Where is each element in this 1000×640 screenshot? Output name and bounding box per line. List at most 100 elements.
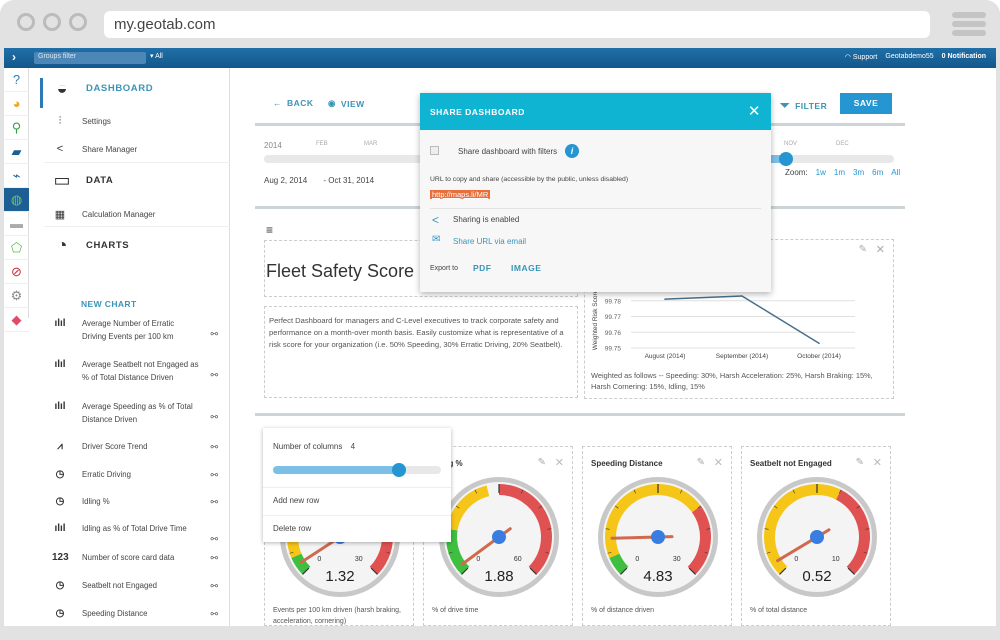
columns-label: Number of columns xyxy=(273,442,343,451)
chart-list-item[interactable]: ◷ Erratic Driving ⚯ xyxy=(52,469,228,482)
timeline-label: 2014 xyxy=(264,141,282,150)
zoom-3m-button[interactable]: 3m xyxy=(853,168,864,177)
charts-label: CHARTS xyxy=(86,240,130,251)
chart-item-label: Number of score card data xyxy=(82,553,175,562)
gauge-card: Seatbelt not Engaged ✎ ✕ % of total dist… xyxy=(741,446,891,626)
groups-filter-dropdown[interactable]: ▾ All xyxy=(150,52,163,60)
link-icon[interactable]: ⚯ xyxy=(210,580,218,593)
end-date[interactable]: - Oct 31, 2014 xyxy=(323,176,374,185)
nav-section-dashboard[interactable]: ◒ DASHBOARD xyxy=(49,78,153,99)
filter-button[interactable]: ⏷ FILTER xyxy=(780,98,827,113)
add-row-button[interactable]: Add new row xyxy=(273,496,319,505)
address-bar[interactable]: my.geotab.com xyxy=(104,11,930,38)
icon-sidebar-item[interactable]: ? xyxy=(4,68,29,92)
new-chart-button[interactable]: NEW CHART xyxy=(81,299,137,309)
columns-slider[interactable] xyxy=(273,463,441,477)
chart-list-item[interactable]: ılıl Average Speeding as % of Total Dist… xyxy=(52,401,228,426)
divider xyxy=(430,208,761,209)
chart-list-item[interactable]: ılıl Average Seatbelt not Engaged as % o… xyxy=(52,359,228,384)
pie-chart-icon: ◔ xyxy=(56,235,68,255)
section-divider xyxy=(255,413,905,416)
column-settings-menu: Number of columns 4 Add new row Delete r… xyxy=(263,428,451,542)
link-icon[interactable]: ⚯ xyxy=(210,469,218,482)
nav-item-calculation-manager[interactable]: ▦ Calculation Manager xyxy=(52,208,156,221)
expand-menu-icon[interactable]: › xyxy=(12,50,16,64)
slider-handle[interactable] xyxy=(392,463,406,477)
link-icon[interactable]: ⚯ xyxy=(210,441,218,454)
chart-list-item[interactable]: 123 Number of score card data ⚯ xyxy=(52,552,228,565)
window-minimize-button[interactable] xyxy=(43,13,61,31)
link-icon[interactable]: ⚯ xyxy=(210,552,218,565)
info-icon[interactable]: i xyxy=(565,144,579,158)
link-icon[interactable]: ⚯ xyxy=(210,411,218,424)
settings-label: Settings xyxy=(82,117,111,126)
icon-sidebar-item[interactable]: ⬠ xyxy=(4,236,29,260)
window-maximize-button[interactable] xyxy=(69,13,87,31)
icon-sidebar-item[interactable]: ▬ xyxy=(4,212,29,236)
icon-sidebar-item[interactable]: ⊘ xyxy=(4,260,29,284)
zoom-all-button[interactable]: All xyxy=(891,168,900,177)
support-link[interactable]: ◠ Support xyxy=(845,53,878,61)
zoom-1m-button[interactable]: 1m xyxy=(834,168,845,177)
chart-list-item[interactable]: ◷ Seatbelt not Engaged ⚯ xyxy=(52,580,228,593)
link-icon[interactable]: ⚯ xyxy=(210,496,218,509)
chart-list-item[interactable]: ⩘ Driver Score Trend ⚯ xyxy=(52,441,228,454)
gauge-value: 0.52 xyxy=(802,568,831,585)
user-menu[interactable]: Geotabdemo55 xyxy=(885,53,933,61)
notifications-button[interactable]: 0 Notification xyxy=(942,53,986,61)
share-with-filters-checkbox[interactable] xyxy=(430,146,439,155)
map-icon: ⚲ xyxy=(11,119,22,135)
link-icon[interactable]: ⚯ xyxy=(210,328,218,341)
window-close-button[interactable] xyxy=(17,13,35,31)
chart-list-item[interactable]: ◷ Idling % ⚯ xyxy=(52,496,228,509)
y-tick-label: 99.75 xyxy=(605,346,622,353)
activity-icon: ⌁ xyxy=(12,167,21,183)
funnel-icon: ⏷ xyxy=(780,98,791,112)
data-point[interactable] xyxy=(818,342,820,345)
link-icon[interactable]: ⚯ xyxy=(210,369,218,382)
zoom-label: Zoom: xyxy=(785,168,808,177)
share-with-filters-label: Share dashboard with filters xyxy=(458,147,558,156)
row-menu-icon[interactable]: ≡ xyxy=(266,223,273,237)
y-tick-label: 99.78 xyxy=(605,298,622,305)
save-button[interactable]: SAVE xyxy=(840,93,892,114)
back-button[interactable]: ← BACK xyxy=(273,98,314,108)
zoom-1w-button[interactable]: 1w xyxy=(816,168,826,177)
description-panel[interactable]: Perfect Dashboard for managers and C-Lev… xyxy=(264,306,578,398)
share-email-link[interactable]: Share URL via email xyxy=(453,237,526,246)
icon-sidebar-item[interactable]: ⚲ xyxy=(4,116,29,140)
timeline-handle[interactable] xyxy=(779,152,793,166)
icon-sidebar-item[interactable]: ⌁ xyxy=(4,164,29,188)
bar-chart-icon: ılıl xyxy=(54,318,66,329)
data-point[interactable] xyxy=(741,295,743,297)
nav-item-settings[interactable]: ⫶ Settings xyxy=(52,115,111,128)
icon-sidebar-item[interactable]: ◕ xyxy=(4,92,29,116)
link-icon[interactable]: ⚯ xyxy=(210,533,218,546)
link-icon[interactable]: ⚯ xyxy=(210,608,218,621)
start-date[interactable]: Aug 2, 2014 xyxy=(264,176,307,185)
nav-section-data[interactable]: ▭ DATA xyxy=(49,170,113,191)
icon-sidebar-item[interactable]: ◍ xyxy=(4,188,29,212)
export-image-button[interactable]: IMAGE xyxy=(511,263,541,273)
gauge-chart: 0 304.83 xyxy=(598,477,718,597)
chart-list-item[interactable]: ılıl Idling as % of Total Drive Time ⚯ xyxy=(52,523,228,544)
close-dialog-button[interactable]: ✕ xyxy=(748,102,761,120)
chart-list-item[interactable]: ılıl Average Number of Erratic Driving E… xyxy=(52,318,228,343)
delete-row-button[interactable]: Delete row xyxy=(273,524,311,533)
gauge-card: Speeding Distance ✎ ✕ % of distance driv… xyxy=(582,446,732,626)
laptop-chart-icon: ▭ xyxy=(53,170,71,190)
icon-sidebar-item[interactable]: ◆ xyxy=(4,308,29,332)
browser-menu-icon[interactable] xyxy=(952,12,986,39)
view-button[interactable]: ◉ VIEW xyxy=(328,98,365,109)
chart-list-item[interactable]: ◷ Speeding Distance ⚯ xyxy=(52,608,228,621)
groups-filter-input[interactable]: Groups filter xyxy=(34,52,146,64)
icon-sidebar-item[interactable]: ▰ xyxy=(4,140,29,164)
export-pdf-button[interactable]: PDF xyxy=(473,263,492,273)
data-point[interactable] xyxy=(664,298,666,300)
nav-section-charts[interactable]: ◔ CHARTS xyxy=(49,235,129,256)
share-url[interactable]: http://maps.li/MR xyxy=(430,190,491,199)
nav-item-share-manager[interactable]: < Share Manager xyxy=(52,143,137,155)
zoom-6m-button[interactable]: 6m xyxy=(872,168,883,177)
icon-sidebar-item[interactable]: ⚙ xyxy=(4,284,29,308)
dashboard-title[interactable]: Fleet Safety Score xyxy=(266,261,414,282)
